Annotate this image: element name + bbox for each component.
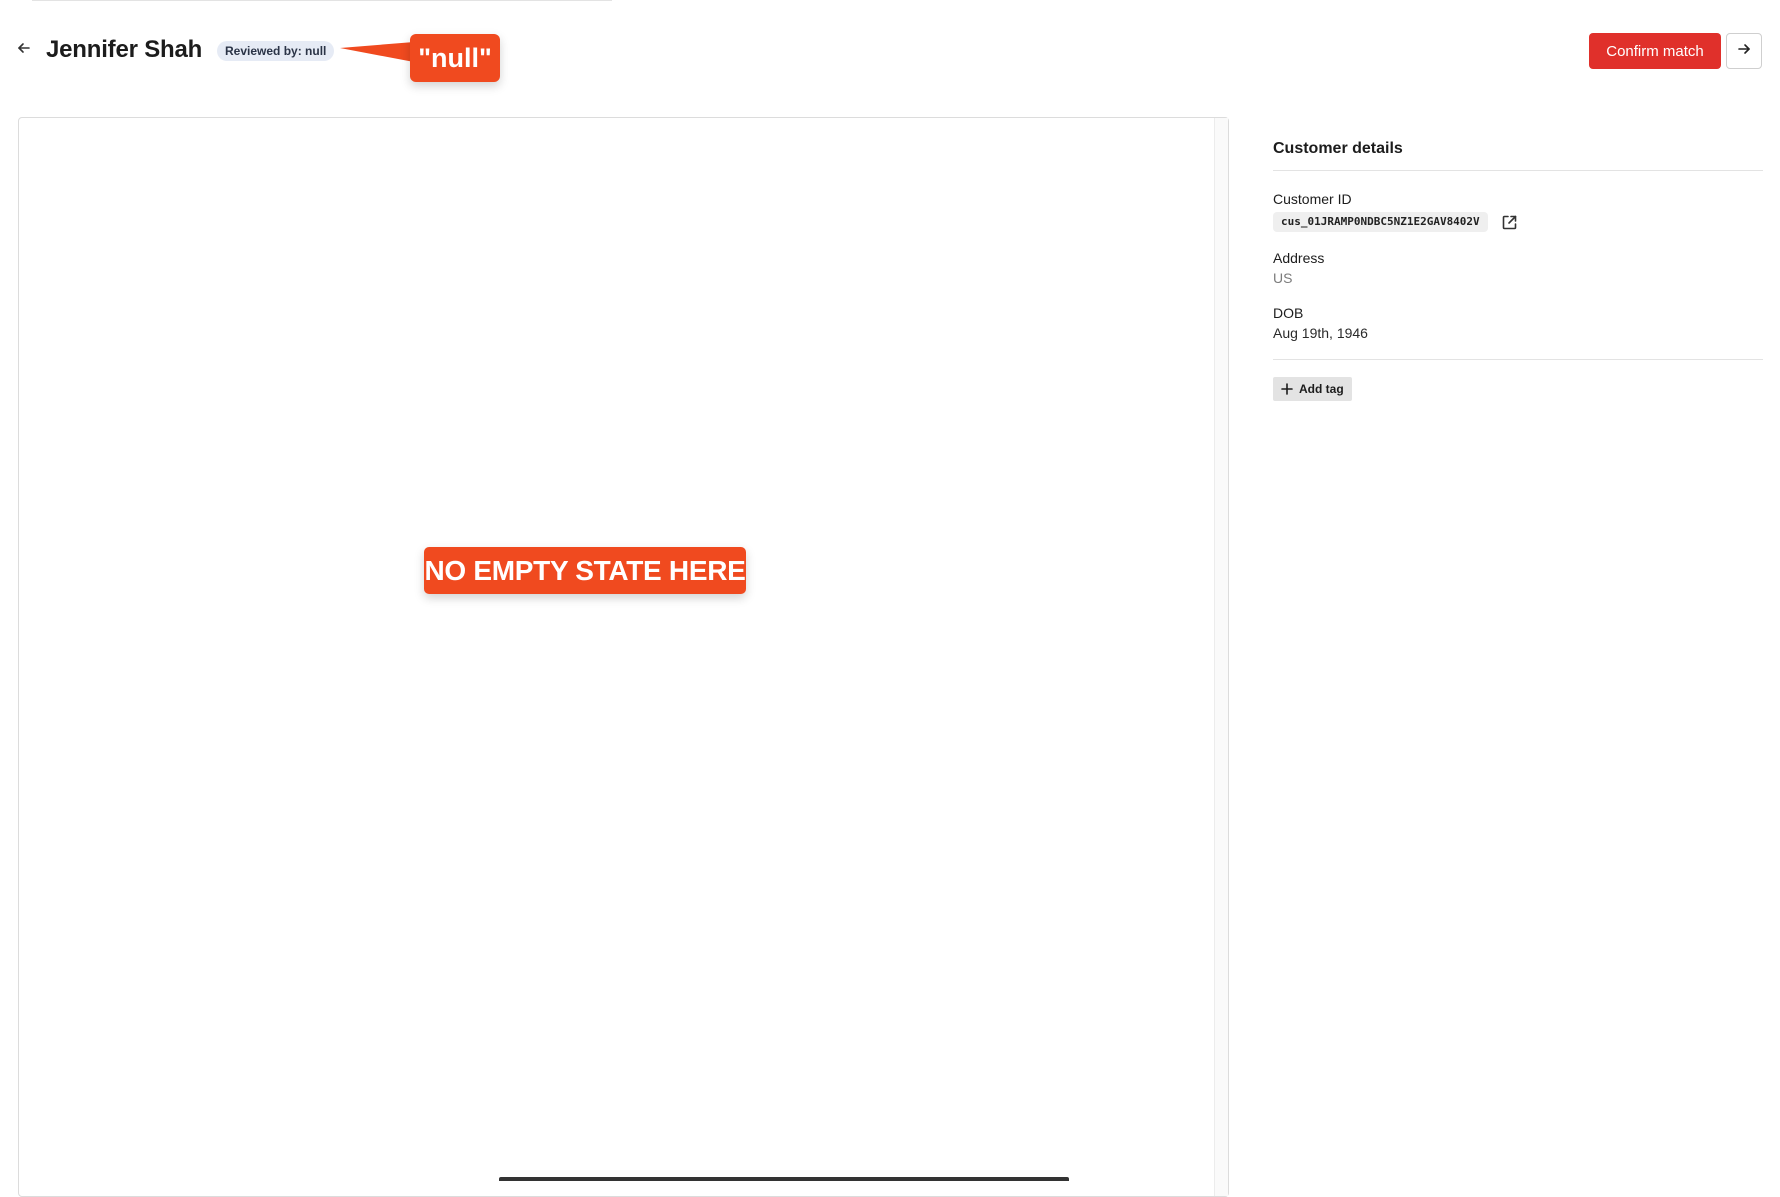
dob-label: DOB [1273, 305, 1304, 321]
confirm-match-button[interactable]: Confirm match [1589, 33, 1721, 69]
details-divider [1273, 170, 1763, 171]
customer-id-field: Customer ID cus_01JRAMP0NDBC5NZ1E2GAV840… [1273, 190, 1763, 232]
page-header: Jennifer Shah Reviewed by: null "null" C… [0, 0, 1780, 110]
address-field: Address US [1273, 249, 1763, 287]
customer-id-label: Customer ID [1273, 191, 1352, 207]
next-button[interactable] [1726, 33, 1762, 69]
arrow-right-icon [1737, 42, 1751, 61]
details-divider [1273, 359, 1763, 360]
back-button[interactable] [14, 40, 34, 60]
dob-field: DOB Aug 19th, 1946 [1273, 304, 1763, 342]
empty-state-annotation-callout: NO EMPTY STATE HERE [424, 547, 746, 594]
add-tag-button[interactable]: Add tag [1273, 377, 1352, 401]
customer-details-panel: Customer details Customer ID cus_01JRAMP… [1273, 117, 1763, 401]
customer-id-value: cus_01JRAMP0NDBC5NZ1E2GAV8402V [1273, 212, 1488, 232]
external-link-icon[interactable] [1500, 212, 1520, 232]
address-value: US [1273, 270, 1293, 286]
page-title: Jennifer Shah [46, 36, 203, 63]
dob-value: Aug 19th, 1946 [1273, 325, 1368, 341]
null-annotation-callout: "null" [410, 34, 500, 82]
arrow-left-icon [17, 41, 31, 60]
details-title: Customer details [1273, 140, 1403, 157]
bottom-bar [499, 1177, 1069, 1181]
add-tag-label: Add tag [1299, 382, 1344, 396]
main-content-panel: NO EMPTY STATE HERE [18, 117, 1229, 1197]
callout-pointer [340, 42, 414, 62]
plus-icon [1279, 381, 1295, 397]
scrollbar[interactable] [1214, 118, 1228, 1196]
address-label: Address [1273, 250, 1325, 266]
reviewed-by-badge: Reviewed by: null [217, 41, 335, 61]
